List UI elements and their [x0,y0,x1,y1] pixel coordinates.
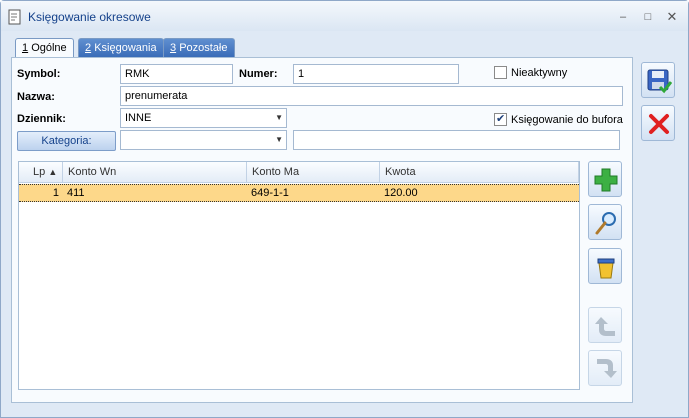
bufor-label: Księgowanie do bufora [511,114,623,126]
dziennik-value: INNE [125,112,152,124]
numer-field[interactable]: 1 [293,64,459,84]
arrow-down-icon [597,359,617,378]
cell-kwota: 120.00 [384,187,418,199]
tab-ksiegowania[interactable]: 2 Księgowania [78,38,164,57]
tab-pozostale-key: 3 [170,42,177,54]
tab-ksiegowania-key: 2 [85,42,92,54]
column-konto-ma[interactable]: Konto Ma [247,162,380,183]
dialog-window: Księgowanie okresowe – □ ✕ 1 Ogólne 2 Ks… [0,0,689,418]
table-row[interactable]: 1 411 649-1-1 120.00 [19,184,579,202]
tab-ogolne[interactable]: 1 Ogólne [15,38,74,58]
column-konto-wn[interactable]: Konto Wn [63,162,247,183]
document-icon [8,9,21,25]
column-kwota[interactable]: Kwota [380,162,579,183]
nazwa-label: Nazwa: [17,91,55,103]
minimize-button[interactable]: – [613,9,633,25]
move-up-button[interactable] [588,307,622,343]
green-plus-icon [594,168,618,192]
magnifier-icon [595,212,616,235]
cell-lp: 1 [52,187,59,199]
trash-bin-icon [597,258,615,279]
tab-ogolne-label: Ogólne [31,42,67,54]
maximize-button[interactable]: □ [638,9,658,25]
arrow-up-icon [595,317,615,336]
floppy-save-icon [647,69,672,94]
red-x-icon [649,114,669,134]
tab-ksiegowania-label: Księgowania [94,42,157,54]
sort-ascending-icon: ▲ [48,167,58,177]
dziennik-label: Dziennik: [17,113,66,125]
bufor-checkbox[interactable] [494,112,507,126]
chevron-down-icon[interactable]: ▼ [275,133,283,147]
move-down-button[interactable] [588,350,622,386]
tab-pozostale-label: Pozostałe [179,42,228,54]
symbol-field[interactable]: RMK [120,64,233,84]
tab-ogolne-key: 1 [22,42,29,54]
chevron-down-icon[interactable]: ▼ [275,111,283,125]
nazwa-field[interactable]: prenumerata [120,86,623,106]
cell-konto-wn: 411 [67,187,85,199]
delete-entry-button[interactable] [588,248,622,284]
kategoria-description-field[interactable] [293,130,620,150]
cancel-button[interactable] [641,105,675,141]
table-header: Lp ▲ Konto Wn Konto Ma Kwota [19,162,579,183]
edit-entry-button[interactable] [588,204,622,240]
window-title: Księgowanie okresowe [28,10,151,24]
cell-konto-ma: 649-1-1 [251,187,289,199]
column-lp[interactable]: Lp ▲ [19,162,63,183]
kategoria-select[interactable]: ▼ [120,130,287,150]
nieaktywny-label: Nieaktywny [511,67,568,79]
nieaktywny-checkbox[interactable] [494,66,507,79]
column-lp-label: Lp [33,166,46,178]
title-bar[interactable]: Księgowanie okresowe – □ ✕ [1,1,688,31]
close-button[interactable]: ✕ [662,9,682,25]
entries-table: Lp ▲ Konto Wn Konto Ma Kwota 1 411 649-1… [18,161,580,390]
dziennik-select[interactable]: INNE ▼ [120,108,287,128]
symbol-label: Symbol: [17,68,61,80]
tab-pozostale[interactable]: 3 Pozostałe [163,38,235,57]
save-button[interactable] [641,62,675,98]
numer-label: Numer: [239,68,278,80]
kategoria-button[interactable]: Kategoria: [17,131,116,151]
add-entry-button[interactable] [588,161,622,197]
